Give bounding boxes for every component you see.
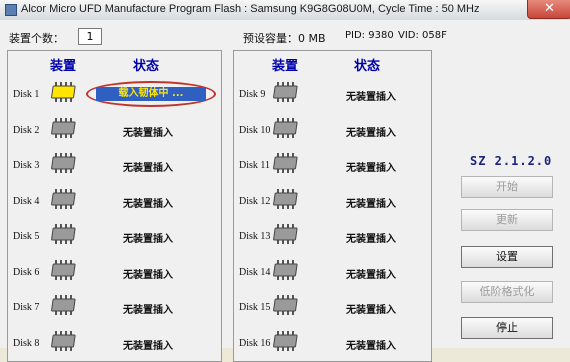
flash-chip-icon bbox=[50, 258, 76, 282]
disk-label: Disk 5 bbox=[13, 231, 40, 242]
disk-label: Disk 10 bbox=[239, 124, 271, 136]
disk-label: Disk 3 bbox=[13, 160, 40, 171]
disk-label: Disk 16 bbox=[239, 337, 271, 349]
disk-label: Disk 15 bbox=[239, 302, 271, 313]
disk-row: Disk 7 无装置插入 bbox=[8, 290, 221, 320]
device-count-label: 装置个数： bbox=[9, 32, 64, 45]
flash-chip-icon bbox=[272, 151, 298, 175]
flash-chip-icon bbox=[272, 187, 298, 211]
disk-label: Disk 4 bbox=[13, 195, 40, 207]
disk-label: Disk 1 bbox=[13, 89, 40, 100]
disk-status: 无装置插入 bbox=[123, 340, 173, 352]
disk-label: Disk 9 bbox=[239, 89, 266, 100]
disk-status: 无装置插入 bbox=[123, 198, 173, 210]
flash-chip-icon bbox=[50, 187, 76, 211]
settings-button[interactable]: 设置 bbox=[461, 246, 553, 268]
flash-chip-icon bbox=[50, 293, 76, 317]
disk-row: Disk 8 无装置插入 bbox=[8, 326, 221, 356]
disk-label: Disk 14 bbox=[239, 266, 271, 278]
disk-label: Disk 11 bbox=[239, 160, 271, 171]
flash-chip-icon bbox=[272, 293, 298, 317]
flash-chip-icon bbox=[50, 222, 76, 246]
disk-row: Disk 11 无装置插入 bbox=[234, 148, 431, 178]
disk-label: Disk 13 bbox=[239, 231, 271, 242]
disk-row: Disk 13 无装置插入 bbox=[234, 219, 431, 249]
disk-panel-right: 装置 状态 Disk 9 无装置插入 Disk 10 无装置插入 Disk 11 无装置插… bbox=[233, 50, 432, 362]
flash-chip-icon bbox=[272, 80, 298, 104]
flash-chip-icon bbox=[272, 116, 298, 140]
title-bar: Alcor Micro UFD Manufacture Program Flas… bbox=[0, 0, 570, 21]
disk-row: Disk 14 无装置插入 bbox=[234, 255, 431, 285]
disk-status: 无装置插入 bbox=[123, 163, 173, 174]
disk-status: 无装置插入 bbox=[346, 340, 396, 352]
disk-status: 无装置插入 bbox=[123, 127, 173, 139]
disk-status: 无装置插入 bbox=[123, 269, 173, 281]
disk-status: 无装置插入 bbox=[346, 234, 396, 245]
close-button[interactable]: ✕ bbox=[527, 0, 570, 19]
disk-label: Disk 8 bbox=[13, 337, 40, 349]
disk-row: Disk 5 无装置插入 bbox=[8, 219, 221, 249]
disk-row: Disk 3 无装置插入 bbox=[8, 148, 221, 178]
disk-row: Disk 12 无装置插入 bbox=[234, 184, 431, 214]
main-window: 装置个数： 1 预设容量：0 MB PID: 9380 VID: 058F 装置… bbox=[0, 20, 570, 362]
device-count-field: 1 bbox=[78, 28, 102, 45]
pid-label: PID: 9380 bbox=[345, 30, 394, 41]
disk-status: 无装置插入 bbox=[346, 163, 396, 174]
device-column-header: 装置 bbox=[50, 59, 77, 74]
low-format-button[interactable]: 低阶格式化 bbox=[461, 281, 553, 303]
disk-status: 无装置插入 bbox=[123, 305, 173, 316]
window-title: Alcor Micro UFD Manufacture Program Flas… bbox=[21, 3, 480, 15]
status-column-header: 状态 bbox=[354, 59, 381, 74]
disk-status: 无装置插入 bbox=[346, 127, 396, 139]
flash-chip-icon bbox=[272, 329, 298, 353]
disk-row: Disk 10 无装置插入 bbox=[234, 113, 431, 143]
disk-label: Disk 7 bbox=[13, 302, 40, 313]
disk-status: 无装置插入 bbox=[346, 92, 396, 103]
disk-row: Disk 9 无装置插入 bbox=[234, 77, 431, 107]
disk-row: Disk 2 无装置插入 bbox=[8, 113, 221, 143]
vid-label: VID: 058F bbox=[398, 30, 447, 41]
flash-chip-icon bbox=[50, 116, 76, 140]
disk-status: 无装置插入 bbox=[346, 269, 396, 281]
disk-label: Disk 2 bbox=[13, 124, 40, 136]
disk-row: Disk 6 无装置插入 bbox=[8, 255, 221, 285]
flash-chip-icon bbox=[50, 151, 76, 175]
disk-row: Disk 1 载入韧体中 ... bbox=[8, 77, 221, 107]
stop-button[interactable]: 停止 bbox=[461, 317, 553, 339]
disk-status: 无装置插入 bbox=[123, 234, 173, 245]
disk-status: 无装置插入 bbox=[346, 198, 396, 210]
capacity-label: 预设容量：0 MB bbox=[243, 32, 326, 45]
flash-chip-icon bbox=[272, 222, 298, 246]
version-label: SZ 2.1.2.0 bbox=[470, 154, 553, 168]
update-button[interactable]: 更新 bbox=[461, 209, 553, 231]
flash-chip-icon bbox=[50, 329, 76, 353]
app-icon bbox=[5, 4, 17, 16]
flash-chip-icon bbox=[50, 80, 76, 104]
start-button[interactable]: 开始 bbox=[461, 176, 553, 198]
disk-label: Disk 12 bbox=[239, 195, 271, 207]
disk-row: Disk 16 无装置插入 bbox=[234, 326, 431, 356]
disk-row: Disk 15 无装置插入 bbox=[234, 290, 431, 320]
status-column-header: 状态 bbox=[133, 59, 160, 74]
disk-status-progress: 载入韧体中 ... bbox=[96, 87, 206, 101]
device-column-header: 装置 bbox=[272, 59, 299, 74]
disk-panel-left: 装置 状态 Disk 1 载入韧体中 ... Disk 2 无装置插入 Disk 3 无装… bbox=[7, 50, 222, 362]
status-highlight: 载入韧体中 ... bbox=[86, 81, 216, 107]
disk-status: 无装置插入 bbox=[346, 305, 396, 316]
disk-label: Disk 6 bbox=[13, 266, 40, 278]
flash-chip-icon bbox=[272, 258, 298, 282]
disk-row: Disk 4 无装置插入 bbox=[8, 184, 221, 214]
